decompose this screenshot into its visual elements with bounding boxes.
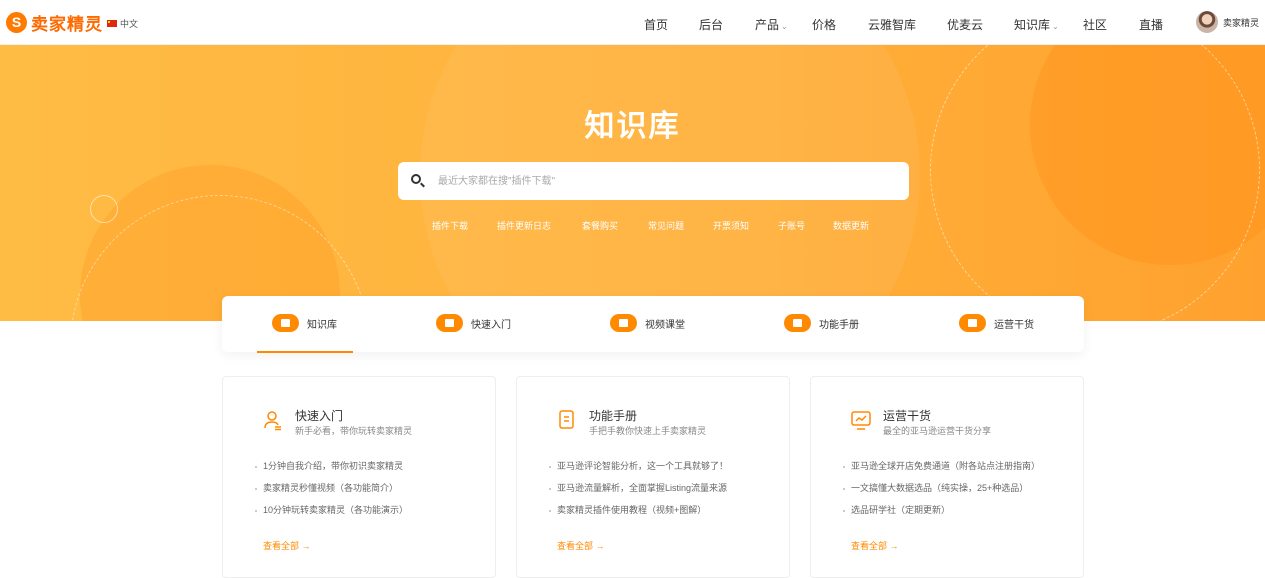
list-item[interactable]: 一文搞懂大数据选品（纯实操，25+种选品） xyxy=(843,483,1040,505)
card-subtitle: 最全的亚马逊运营干货分享 xyxy=(883,426,992,436)
hot-link[interactable]: 开票须知 xyxy=(713,219,749,232)
nav-live[interactable]: 直播 xyxy=(1139,16,1163,33)
china-flag-icon xyxy=(107,20,117,27)
brand-name: 卖家精灵 xyxy=(31,14,103,34)
search-box xyxy=(398,162,909,200)
card-operations: 运营干货 最全的亚马逊运营干货分享 亚马逊全球开店免费通道（附各站点注册指南） … xyxy=(810,376,1084,578)
decor-dashed-circle xyxy=(930,45,1260,321)
card-quickstart: 快速入门 新手必看，带你玩转卖家精灵 1分钟自我介绍，带你初识卖家精灵 卖家精灵… xyxy=(222,376,496,578)
hot-link[interactable]: 常见问题 xyxy=(648,219,684,232)
active-tab-indicator xyxy=(257,351,353,353)
list-item[interactable]: 亚马逊流量解析，全面掌握Listing流量来源 xyxy=(549,483,728,505)
brand-logo[interactable]: S 卖家精灵 xyxy=(6,11,103,34)
user-name: 卖家精灵 xyxy=(1223,17,1260,28)
video-icon xyxy=(610,314,637,332)
hero-banner: 知识库 插件下载 插件更新日志 套餐购买 常见问题 开票须知 子账号 数据更新 xyxy=(0,45,1265,321)
hot-link[interactable]: 插件下载 xyxy=(432,219,468,232)
nav-youmai[interactable]: 优麦云 xyxy=(947,16,983,33)
logo-mark-icon: S xyxy=(6,11,27,33)
list-item[interactable]: 选品研学社（定期更新） xyxy=(843,505,1040,527)
nav-knowledge-label: 知识库 xyxy=(1014,18,1051,32)
top-header: S 卖家精灵 中文 首页 后台 产品 ⌄ 价格 云雅智库 优麦云 知识库 ⌄ 社区 … xyxy=(0,0,1265,45)
tab-label: 知识库 xyxy=(307,319,337,331)
user-icon xyxy=(264,411,281,431)
card-subtitle: 手把手教你快速上手卖家精灵 xyxy=(589,426,707,436)
language-switch[interactable]: 中文 xyxy=(107,17,138,30)
card-title: 功能手册 xyxy=(589,409,638,423)
card-subtitle: 新手必看，带你玩转卖家精灵 xyxy=(295,426,413,436)
tab-manual[interactable]: 功能手册 xyxy=(784,314,859,332)
tab-operations[interactable]: 运营干货 xyxy=(959,314,1034,332)
list-item[interactable]: 卖家精灵秒懂视频（各功能简介） xyxy=(255,483,408,505)
hot-link[interactable]: 套餐购买 xyxy=(582,219,618,232)
card-title: 运营干货 xyxy=(883,409,932,423)
hot-link[interactable]: 子账号 xyxy=(778,219,805,232)
document-icon xyxy=(784,314,811,332)
nav-product-label: 产品 xyxy=(755,18,780,32)
nav-yunya[interactable]: 云雅智库 xyxy=(868,16,916,33)
list-item[interactable]: 1分钟自我介绍，带你初识卖家精灵 xyxy=(255,461,408,483)
chart-monitor-icon xyxy=(851,411,871,430)
tab-label: 功能手册 xyxy=(819,319,859,331)
tab-knowledge[interactable]: 知识库 xyxy=(272,314,337,332)
page-title: 知识库 xyxy=(584,110,681,143)
card-list: 亚马逊全球开店免费通道（附各站点注册指南） 一文搞懂大数据选品（纯实操，25+种… xyxy=(843,461,1040,527)
view-all-link[interactable]: 查看全部 → xyxy=(851,539,899,552)
hot-link[interactable]: 数据更新 xyxy=(833,219,869,232)
card-title: 快速入门 xyxy=(295,409,344,423)
tab-video[interactable]: 视频课堂 xyxy=(610,314,685,332)
tab-quickstart[interactable]: 快速入门 xyxy=(436,314,511,332)
nav-price[interactable]: 价格 xyxy=(812,16,836,33)
nav-product[interactable]: 产品 ⌄ xyxy=(755,16,788,33)
user-icon xyxy=(436,314,463,332)
list-item[interactable]: 卖家精灵插件使用教程（视频+图解） xyxy=(549,505,728,527)
nav-knowledge[interactable]: 知识库 ⌄ xyxy=(1014,16,1059,33)
search-icon[interactable] xyxy=(411,174,421,184)
list-item[interactable]: 亚马逊全球开店免费通道（附各站点注册指南） xyxy=(843,461,1040,483)
briefcase-icon xyxy=(959,314,986,332)
language-label: 中文 xyxy=(120,19,139,29)
nav-backend[interactable]: 后台 xyxy=(699,16,723,33)
search-input[interactable] xyxy=(438,162,898,200)
view-all-link[interactable]: 查看全部 → xyxy=(557,539,605,552)
category-tabs: 知识库 快速入门 视频课堂 功能手册 运营干货 xyxy=(222,296,1084,352)
chevron-down-icon: ⌄ xyxy=(1052,22,1059,31)
tab-label: 运营干货 xyxy=(994,319,1034,331)
hot-link[interactable]: 插件更新日志 xyxy=(497,219,551,232)
tab-label: 快速入门 xyxy=(471,319,511,331)
list-item[interactable]: 10分钟玩转卖家精灵（各功能演示） xyxy=(255,505,408,527)
document-icon xyxy=(559,410,574,429)
tab-label: 视频课堂 xyxy=(645,319,685,331)
nav-community[interactable]: 社区 xyxy=(1083,16,1107,33)
card-manual: 功能手册 手把手教你快速上手卖家精灵 亚马逊评论智能分析，这一个工具就够了！ 亚… xyxy=(516,376,790,578)
view-all-link[interactable]: 查看全部 → xyxy=(263,539,311,552)
avatar xyxy=(1196,11,1218,33)
list-item[interactable]: 亚马逊评论智能分析，这一个工具就够了！ xyxy=(549,461,728,483)
chevron-down-icon: ⌄ xyxy=(781,22,788,31)
nav-home[interactable]: 首页 xyxy=(644,16,668,33)
folder-icon xyxy=(272,314,299,332)
card-list: 亚马逊评论智能分析，这一个工具就够了！ 亚马逊流量解析，全面掌握Listing流… xyxy=(549,461,728,527)
user-menu[interactable]: 卖家精灵 xyxy=(1196,11,1259,33)
decor-small-circle xyxy=(90,195,118,223)
card-list: 1分钟自我介绍，带你初识卖家精灵 卖家精灵秒懂视频（各功能简介） 10分钟玩转卖… xyxy=(255,461,408,527)
